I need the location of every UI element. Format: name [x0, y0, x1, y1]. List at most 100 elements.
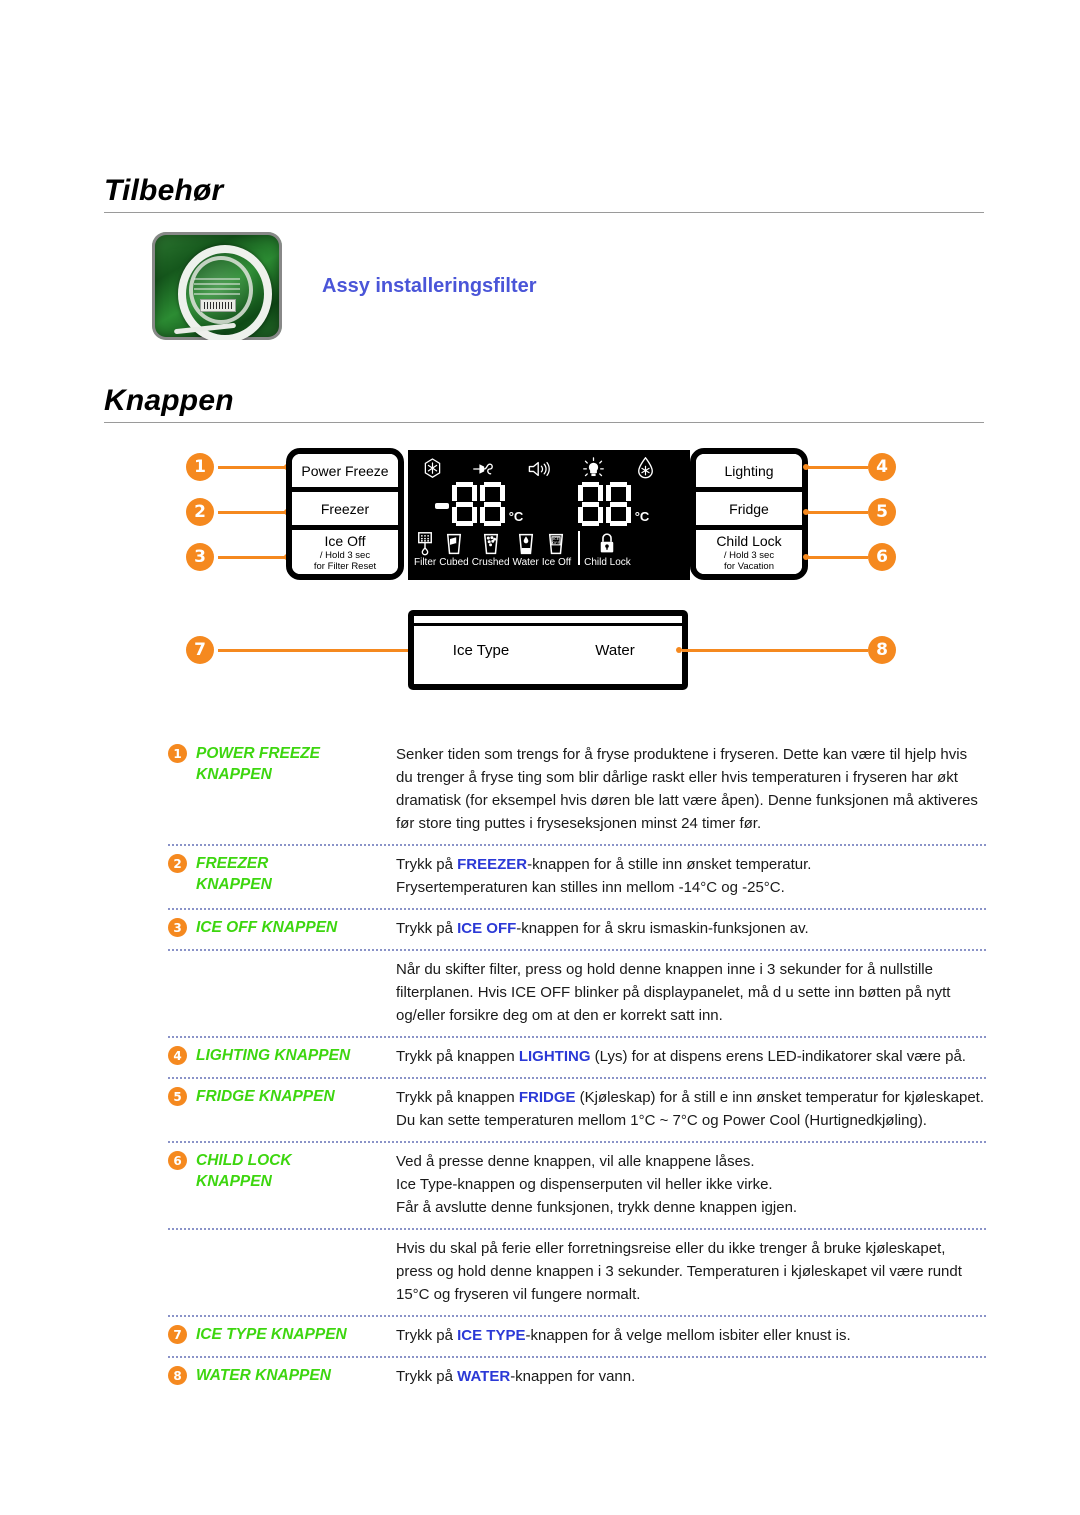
section-heading-buttons: Knappen	[104, 384, 984, 423]
description-row-title: CHILD LOCK KNAPPEN	[196, 1152, 292, 1190]
lighting-bulb-icon	[582, 457, 605, 484]
callout-6-leader	[808, 556, 868, 559]
ice-off-glass-icon: ICE OFF	[546, 530, 566, 556]
callout-5: 5	[868, 498, 896, 526]
description-row-title	[196, 1237, 396, 1306]
heading-rule	[104, 422, 984, 423]
callout-4-leader	[808, 466, 868, 469]
button-ice-off-label: Ice Off	[324, 532, 366, 549]
description-row-body: Trykk på ICE TYPE-knappen for å velge me…	[396, 1327, 851, 1344]
status-child-lock-label: Child Lock	[584, 557, 631, 568]
cubed-ice-glass-icon	[444, 530, 464, 556]
page-title-accessories: Tilbehør	[104, 174, 224, 207]
button-fridge-label: Fridge	[729, 500, 769, 517]
description-row: 3 ICE OFF KNAPPEN Trykk på ICE OFF-knappen…	[168, 910, 986, 951]
button-freezer-label: Freezer	[320, 500, 370, 517]
right-button-stack: Lighting Fridge Child Lock / Hold 3 sec f…	[690, 448, 808, 580]
number-badge: 4	[168, 1046, 187, 1065]
description-row-body: Trykk på knappen FRIDGE (Kjøleskap) for …	[396, 1089, 984, 1129]
button-power-freeze[interactable]: Power Freeze	[292, 454, 398, 492]
status-ice-off: ICE OFF Ice Off	[542, 530, 571, 569]
callout-8-leader	[682, 649, 868, 652]
description-row-number: 2	[168, 853, 196, 899]
callout-6: 6	[868, 543, 896, 571]
freezer-unit-label: °C	[508, 509, 524, 524]
number-badge: 5	[168, 1087, 187, 1106]
description-row: 4 LIGHTING KNAPPEN Trykk på knappen LIGHTI…	[168, 1038, 986, 1079]
lcd-section-divider	[578, 531, 581, 565]
description-row-number: 7	[168, 1324, 196, 1347]
status-ice-off-label: Ice Off	[541, 557, 572, 568]
description-row-body: Trykk på knappen LIGHTING (Lys) for at d…	[396, 1048, 966, 1065]
number-badge: 3	[168, 918, 187, 937]
button-child-lock[interactable]: Child Lock / Hold 3 sec for Vacation	[696, 530, 802, 574]
status-cubed: Cubed	[439, 530, 469, 569]
alarm-speaker-icon	[527, 459, 551, 484]
callout-1-leader	[218, 466, 286, 469]
description-row-number: 5	[168, 1086, 196, 1132]
button-ice-type[interactable]: Ice Type	[414, 616, 548, 684]
button-ice-off[interactable]: Ice Off / Hold 3 sec for Filter Reset	[292, 530, 398, 574]
button-child-lock-sublabel: / Hold 3 sec for Vacation	[723, 549, 775, 572]
description-row-number: 8	[168, 1365, 196, 1388]
description-row: 7 ICE TYPE KNAPPEN Trykk på ICE TYPE-knapp…	[168, 1317, 986, 1358]
description-row-title	[196, 958, 396, 1027]
callout-2-leader	[218, 511, 286, 514]
status-filter: Filter	[414, 530, 436, 569]
button-water-label: Water	[595, 641, 635, 659]
description-row: Hvis du skal på ferie eller forretningsr…	[168, 1230, 986, 1317]
filter-icon	[415, 530, 435, 556]
description-row-number	[168, 1237, 196, 1306]
callout-7-leader	[218, 649, 414, 652]
description-row-body: Ved å presse denne knappen, vil alle kna…	[396, 1153, 798, 1216]
button-fridge[interactable]: Fridge	[696, 492, 802, 530]
minus-sign	[434, 503, 449, 509]
seg-digit	[578, 482, 604, 526]
lcd-temperature-row: °C °C	[408, 482, 676, 526]
description-row-number: 4	[168, 1045, 196, 1068]
section-heading-accessories: Tilbehør	[104, 174, 984, 213]
description-row-title: LIGHTING KNAPPEN	[196, 1047, 351, 1064]
description-row: 5 FRIDGE KNAPPEN Trykk på knappen FRIDGE (…	[168, 1079, 986, 1143]
description-row-title: FREEZER KNAPPEN	[196, 855, 272, 893]
seg-digit	[452, 482, 478, 526]
page-title-buttons: Knappen	[104, 384, 234, 417]
dispenser-button-bar: Ice Type Water	[408, 610, 688, 690]
number-badge: 1	[168, 744, 187, 763]
description-row: 2 FREEZER KNAPPEN Trykk på FREEZER-knappen …	[168, 846, 986, 910]
description-row-body: Trykk på FREEZER-knappen for å stille in…	[396, 856, 812, 896]
button-freezer[interactable]: Freezer	[292, 492, 398, 530]
callout-1: 1	[186, 453, 214, 481]
description-row-body: Trykk på WATER-knappen for vann.	[396, 1368, 636, 1385]
status-crushed: Crushed	[472, 530, 510, 569]
water-filter-tube-package-image	[152, 232, 282, 340]
button-lighting[interactable]: Lighting	[696, 454, 802, 492]
crushed-ice-glass-icon	[481, 530, 501, 556]
status-cubed-label: Cubed	[439, 557, 469, 568]
left-button-stack: Power Freeze Freezer Ice Off / Hold 3 se…	[286, 448, 404, 580]
status-water: Water	[513, 530, 539, 569]
button-water[interactable]: Water	[548, 616, 682, 684]
status-child-lock: Child Lock	[584, 530, 631, 569]
control-panel-diagram: 1 2 3 Power Freeze Freezer Ice Off / Hol…	[186, 444, 906, 694]
callout-3-leader	[218, 556, 286, 559]
fridge-unit-label: °C	[634, 509, 650, 524]
button-child-lock-label: Child Lock	[716, 532, 782, 549]
seg-digit	[606, 482, 632, 526]
description-row-title: POWER FREEZE KNAPPEN	[196, 745, 321, 783]
description-row-body: Hvis du skal på ferie eller forretningsr…	[396, 1240, 962, 1303]
button-lighting-label: Lighting	[724, 462, 774, 479]
accessory-item: Assy installeringsfilter	[152, 232, 537, 340]
barcode-sticker	[200, 298, 236, 312]
description-row-number	[168, 958, 196, 1027]
button-power-freeze-label: Power Freeze	[301, 462, 389, 479]
status-water-label: Water	[512, 557, 539, 568]
status-crushed-label: Crushed	[471, 557, 510, 568]
lcd-top-icon-row	[408, 454, 670, 484]
callout-3: 3	[186, 543, 214, 571]
description-row-number: 1	[168, 743, 196, 835]
description-row-title: ICE OFF KNAPPEN	[196, 919, 338, 936]
button-ice-off-sublabel: / Hold 3 sec for Filter Reset	[313, 549, 377, 572]
status-filter-label: Filter	[414, 557, 437, 568]
description-row-number: 6	[168, 1150, 196, 1219]
